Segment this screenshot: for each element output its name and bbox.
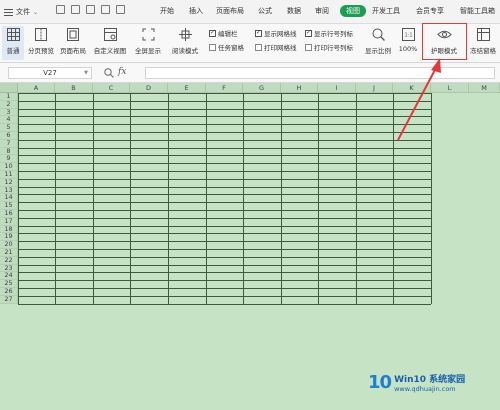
annotation-arrow-icon [397, 58, 441, 141]
watermark-title: Win10 系统家园 [394, 375, 466, 385]
watermark-url: www.qdhuajin.com [394, 385, 456, 393]
watermark-logo: 10 [368, 372, 392, 393]
site-watermark: 10 Win10 系统家园 www.qdhuajin.com [368, 372, 465, 393]
